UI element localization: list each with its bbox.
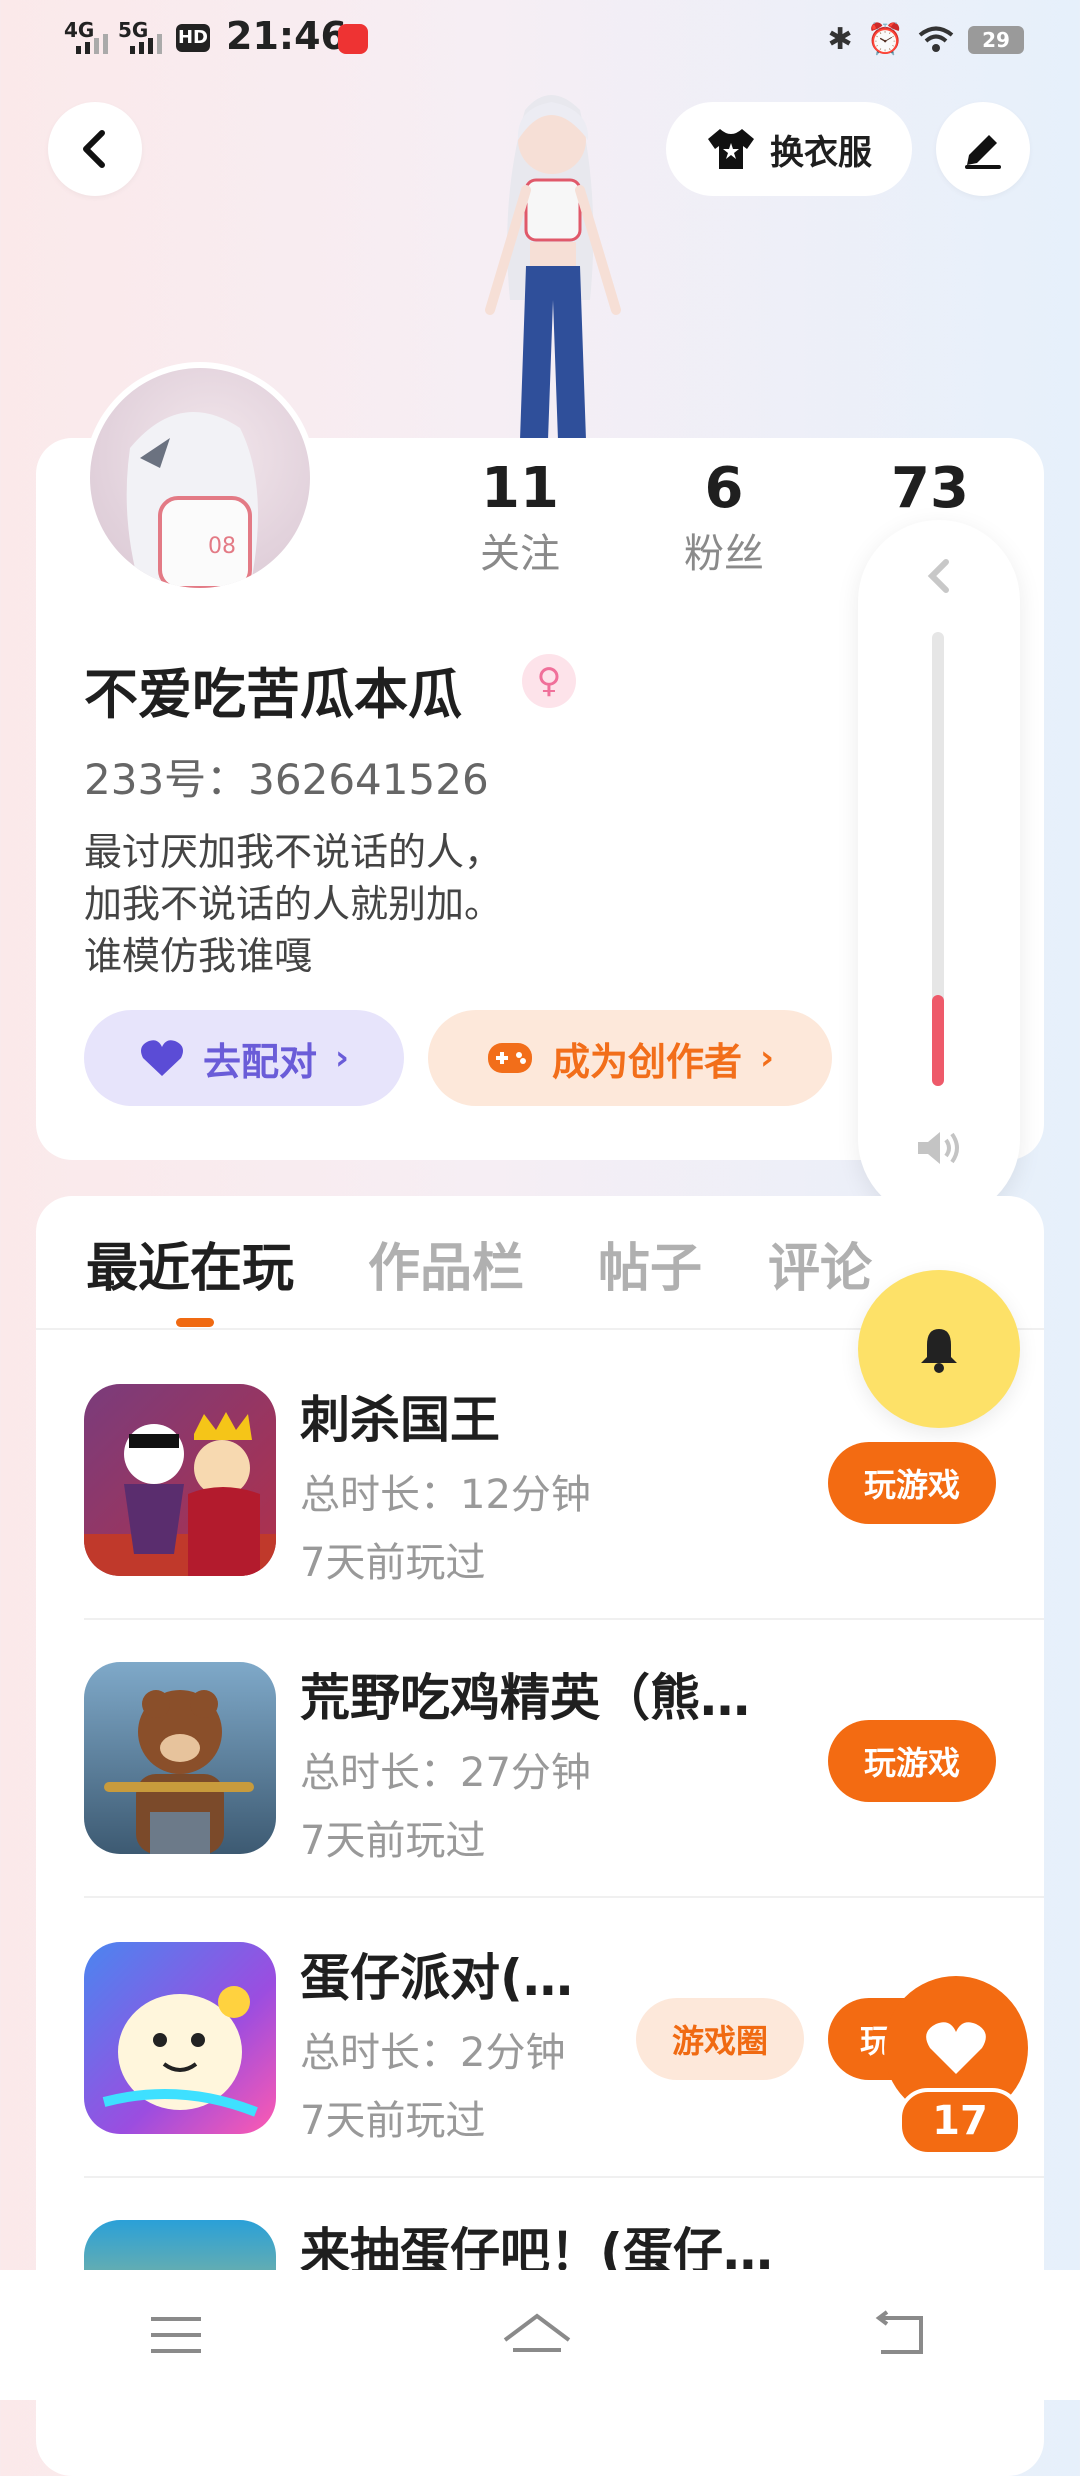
game-list-item[interactable] — [84, 1384, 276, 1576]
notification-app-icon — [338, 24, 368, 54]
play-game-button[interactable]: 玩游戏 — [828, 1720, 996, 1802]
tab-comments[interactable]: 评论 — [768, 1226, 872, 1301]
heart-icon — [926, 2022, 986, 2074]
avatar-character-figure[interactable] — [430, 80, 670, 440]
game-title: 蛋仔派对(… — [300, 1949, 573, 2007]
stat-following[interactable]: 11 关注 — [440, 456, 600, 579]
divider — [84, 1896, 1044, 1898]
notification-bell-button[interactable] — [858, 1270, 1020, 1428]
gamepad-icon — [487, 1043, 532, 1073]
chevron-right-icon: › — [335, 1038, 350, 1078]
bio-line: 谁模仿我谁嘎 — [84, 934, 313, 978]
stat-followers[interactable]: 6 粉丝 — [644, 456, 804, 579]
game-icon-assassinate-king — [84, 1384, 276, 1576]
back-icon[interactable] — [871, 2310, 931, 2360]
clock: 21:46 — [226, 14, 347, 58]
profile-name: 不爱吃苦瓜本瓜 — [84, 663, 462, 726]
chevron-left-icon[interactable] — [920, 556, 956, 596]
game-title: 来抽蛋仔吧！(蛋仔… — [300, 2223, 773, 2270]
dress-up-button[interactable]: 换衣服 — [666, 102, 912, 196]
speaker-icon[interactable] — [914, 1128, 964, 1168]
home-icon[interactable] — [501, 2310, 573, 2360]
pair-button[interactable]: 去配对 › — [84, 1010, 404, 1106]
signal-bars-icon — [76, 28, 108, 54]
tab-recently-played[interactable]: 最近在玩 — [86, 1226, 294, 1301]
chevron-right-icon: › — [760, 1038, 775, 1078]
game-icon-eggy-party — [84, 1942, 276, 2134]
battery-indicator: 29 — [968, 25, 1024, 54]
bio-line: 加我不说话的人就别加。 — [84, 882, 503, 926]
tab-posts[interactable]: 帖子 — [598, 1226, 702, 1301]
game-title: 荒野吃鸡精英（熊… — [300, 1669, 750, 1727]
user-id: 233号：362641526 — [84, 755, 489, 804]
following-label: 关注 — [480, 531, 560, 577]
game-title: 刺杀国王 — [300, 1391, 500, 1449]
back-button[interactable] — [48, 102, 142, 196]
game-circle-button[interactable]: 游戏圈 — [636, 1998, 804, 2080]
like-count: 17 — [898, 2088, 1022, 2156]
female-icon: ♀ — [522, 654, 576, 708]
bluetooth-icon: ✱ — [827, 22, 853, 57]
heart-icon — [140, 1040, 183, 1076]
hd-badge: HD — [176, 24, 210, 52]
svg-text:08: 08 — [208, 534, 236, 559]
active-tab-indicator — [176, 1318, 214, 1327]
game-icon-draw-eggy — [84, 2220, 276, 2270]
pencil-icon — [965, 135, 1001, 169]
volume-slider-fill — [932, 995, 944, 1086]
tab-works[interactable]: 作品栏 — [368, 1226, 524, 1301]
stat-likes[interactable]: 73 — [850, 456, 1010, 521]
game-list-item[interactable] — [84, 1942, 276, 2134]
avatar-image: 08 — [126, 412, 259, 588]
game-list-item[interactable] — [84, 2220, 276, 2270]
game-last-played: 7天前玩过 — [300, 2098, 486, 2144]
game-list-item[interactable] — [84, 1662, 276, 1854]
become-creator-button[interactable]: 成为创作者 › — [428, 1010, 832, 1106]
chevron-left-icon — [83, 130, 105, 168]
game-duration: 总时长：12分钟 — [300, 1472, 591, 1518]
menu-icon[interactable] — [149, 2313, 203, 2357]
pair-label: 去配对 — [202, 1039, 317, 1084]
avatar[interactable]: 08 — [84, 362, 316, 594]
following-count: 11 — [481, 456, 559, 521]
followers-label: 粉丝 — [684, 531, 764, 577]
dress-up-label: 换衣服 — [770, 132, 872, 173]
divider — [84, 1618, 1044, 1620]
divider — [84, 2176, 1044, 2178]
wifi-icon — [918, 26, 954, 52]
followers-count: 6 — [704, 456, 744, 521]
shirt-icon — [708, 129, 754, 169]
bio-line: 最讨厌加我不说话的人， — [84, 830, 503, 874]
status-bar: 4G 5G HD 21:46 ✱ ⏰ 29 — [0, 0, 1080, 80]
alarm-icon: ⏰ — [866, 22, 904, 57]
become-creator-label: 成为创作者 — [551, 1039, 742, 1084]
bio: 最讨厌加我不说话的人， 加我不说话的人就别加。 谁模仿我谁嘎 — [84, 826, 502, 982]
likes-count: 73 — [891, 456, 969, 521]
bell-icon — [921, 1329, 957, 1373]
game-duration: 总时长：2分钟 — [300, 2030, 566, 2076]
game-last-played: 7天前玩过 — [300, 1818, 486, 1864]
signal-bars-icon — [130, 28, 162, 54]
game-duration: 总时长：27分钟 — [300, 1750, 591, 1796]
play-game-button[interactable]: 玩游戏 — [828, 1442, 996, 1524]
edit-profile-button[interactable] — [936, 102, 1030, 196]
game-last-played: 7天前玩过 — [300, 1540, 486, 1586]
system-nav-bar — [0, 2270, 1080, 2400]
game-icon-wild-chicken-elite — [84, 1662, 276, 1854]
